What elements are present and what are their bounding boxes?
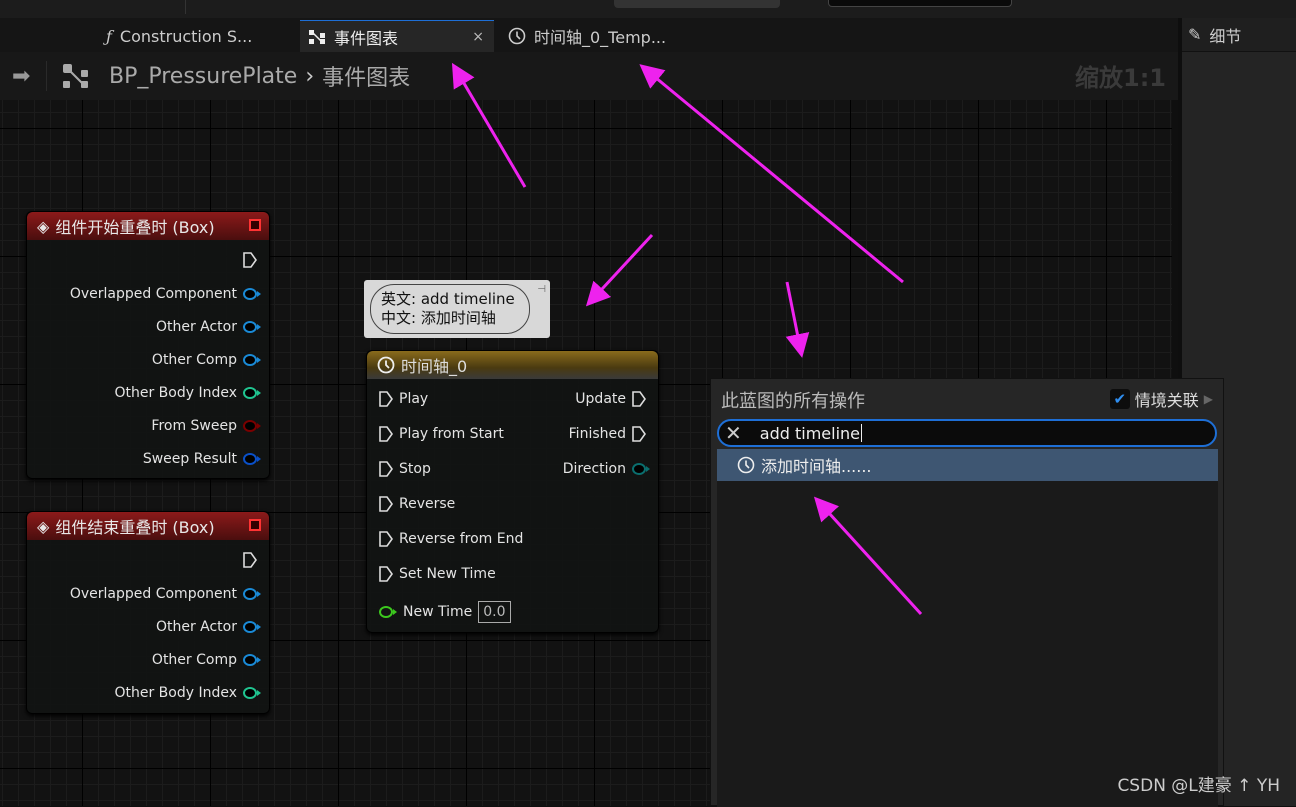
function-icon: ƒ bbox=[106, 26, 112, 46]
output-pin[interactable]: Other Body Index bbox=[114, 685, 261, 701]
close-tab-button[interactable]: × bbox=[472, 29, 484, 45]
exec-pin bbox=[379, 531, 393, 547]
input-exec-pin[interactable]: Reverse bbox=[379, 496, 455, 512]
tab-construction-script[interactable]: ƒ Construction S... bbox=[98, 20, 298, 52]
output-exec-pin[interactable]: Finished bbox=[569, 426, 646, 442]
pin-icon bbox=[243, 687, 261, 699]
pin-icon bbox=[243, 453, 261, 465]
details-tab[interactable]: ✎ 细节 bbox=[1182, 18, 1296, 52]
output-pin[interactable]: Sweep Result bbox=[143, 451, 261, 467]
pin-icon bbox=[243, 588, 261, 600]
breadcrumb: ➡ BP_PressurePlate › 事件图表 bbox=[0, 52, 1178, 100]
action-menu: 此蓝图的所有操作 ✔ 情境关联 ▶ ✕ add timeline 添加时间轴....… bbox=[710, 378, 1224, 807]
begin-overlap-node[interactable]: ◈ 组件开始重叠时 (Box) Overlapped Component Other… bbox=[26, 211, 270, 479]
tab-event-graph[interactable]: 事件图表 × bbox=[300, 20, 494, 52]
results-list bbox=[717, 481, 1218, 807]
input-exec-pin[interactable]: Stop bbox=[379, 461, 431, 477]
new-time-pin[interactable]: New Time 0.0 bbox=[379, 601, 511, 623]
action-search-input[interactable]: ✕ add timeline bbox=[717, 419, 1217, 447]
top-toolbar bbox=[0, 0, 1296, 18]
exec-pin bbox=[379, 496, 393, 512]
exec-pin bbox=[379, 426, 393, 442]
output-pin[interactable]: From Sweep bbox=[151, 418, 261, 434]
pin-icon[interactable]: ⊣ bbox=[537, 284, 546, 295]
exec-pin bbox=[379, 461, 393, 477]
tab-timeline-template[interactable]: 时间轴_0_Temp... bbox=[500, 20, 680, 52]
breadcrumb-graph[interactable]: 事件图表 bbox=[322, 60, 410, 92]
input-exec-pin[interactable]: Reverse from End bbox=[379, 531, 523, 547]
zoom-label: 缩放1:1 bbox=[1075, 64, 1166, 92]
result-add-timeline[interactable]: 添加时间轴...... bbox=[717, 449, 1218, 481]
clock-icon bbox=[737, 456, 755, 474]
output-exec-pin[interactable]: Update bbox=[575, 391, 646, 407]
new-time-input[interactable]: 0.0 bbox=[478, 601, 511, 623]
pin-icon bbox=[243, 621, 261, 633]
end-overlap-node[interactable]: ◈ 组件结束重叠时 (Box) Overlapped Component Other… bbox=[26, 511, 270, 714]
output-pin[interactable]: Other Actor bbox=[156, 619, 261, 635]
watermark: CSDN @L建豪 ↑ YH bbox=[1117, 776, 1280, 796]
output-pin[interactable]: Overlapped Component bbox=[70, 286, 261, 302]
output-pin[interactable]: Overlapped Component bbox=[70, 586, 261, 602]
comment-bubble[interactable]: 英文: add timeline 中文: 添加时间轴 ⊣ bbox=[364, 280, 550, 338]
exec-pin bbox=[632, 391, 646, 407]
breadcrumb-blueprint[interactable]: BP_PressurePlate bbox=[109, 64, 297, 89]
edit-icon: ✎ bbox=[1188, 25, 1202, 44]
direction-pin[interactable]: Direction bbox=[563, 461, 650, 477]
pin-icon bbox=[243, 354, 261, 366]
input-exec-pin[interactable]: Set New Time bbox=[379, 566, 496, 582]
delegate-pin[interactable] bbox=[249, 519, 261, 531]
exec-pin bbox=[379, 566, 393, 582]
output-pin[interactable]: Other Body Index bbox=[114, 385, 261, 401]
timeline-node[interactable]: 时间轴_0 Play Play from Start Stop Reverse Reve… bbox=[366, 350, 659, 633]
back-arrow-icon[interactable]: ➡ bbox=[12, 64, 42, 89]
clear-search-icon[interactable]: ✕ bbox=[725, 421, 742, 445]
pin-icon bbox=[243, 420, 261, 432]
pin-icon bbox=[243, 321, 261, 333]
exec-pin bbox=[632, 426, 646, 442]
event-icon: ◈ bbox=[37, 516, 50, 536]
tab-bar: ƒ Construction S... 事件图表 × 时间轴_0_Temp... bbox=[0, 18, 1178, 52]
context-sensitive-toggle[interactable]: ✔ 情境关联 ▶ bbox=[1109, 387, 1213, 411]
graph-icon bbox=[309, 29, 325, 44]
clock-icon bbox=[377, 356, 395, 374]
clock-icon bbox=[508, 27, 526, 45]
output-pin[interactable]: Other Actor bbox=[156, 319, 261, 335]
pin-icon bbox=[243, 654, 261, 666]
output-pin[interactable]: Other Comp bbox=[152, 652, 261, 668]
exec-pin bbox=[379, 391, 393, 407]
event-icon: ◈ bbox=[37, 216, 50, 236]
pin-icon bbox=[243, 288, 261, 300]
checkbox[interactable]: ✔ bbox=[1109, 389, 1130, 409]
output-pin[interactable]: Other Comp bbox=[152, 352, 261, 368]
exec-out-pin[interactable] bbox=[243, 252, 257, 268]
exec-out-pin[interactable] bbox=[243, 552, 257, 568]
input-exec-pin[interactable]: Play bbox=[379, 391, 428, 407]
graph-icon bbox=[63, 64, 88, 88]
delegate-pin[interactable] bbox=[249, 219, 261, 231]
pin-icon bbox=[243, 387, 261, 399]
input-exec-pin[interactable]: Play from Start bbox=[379, 426, 504, 442]
